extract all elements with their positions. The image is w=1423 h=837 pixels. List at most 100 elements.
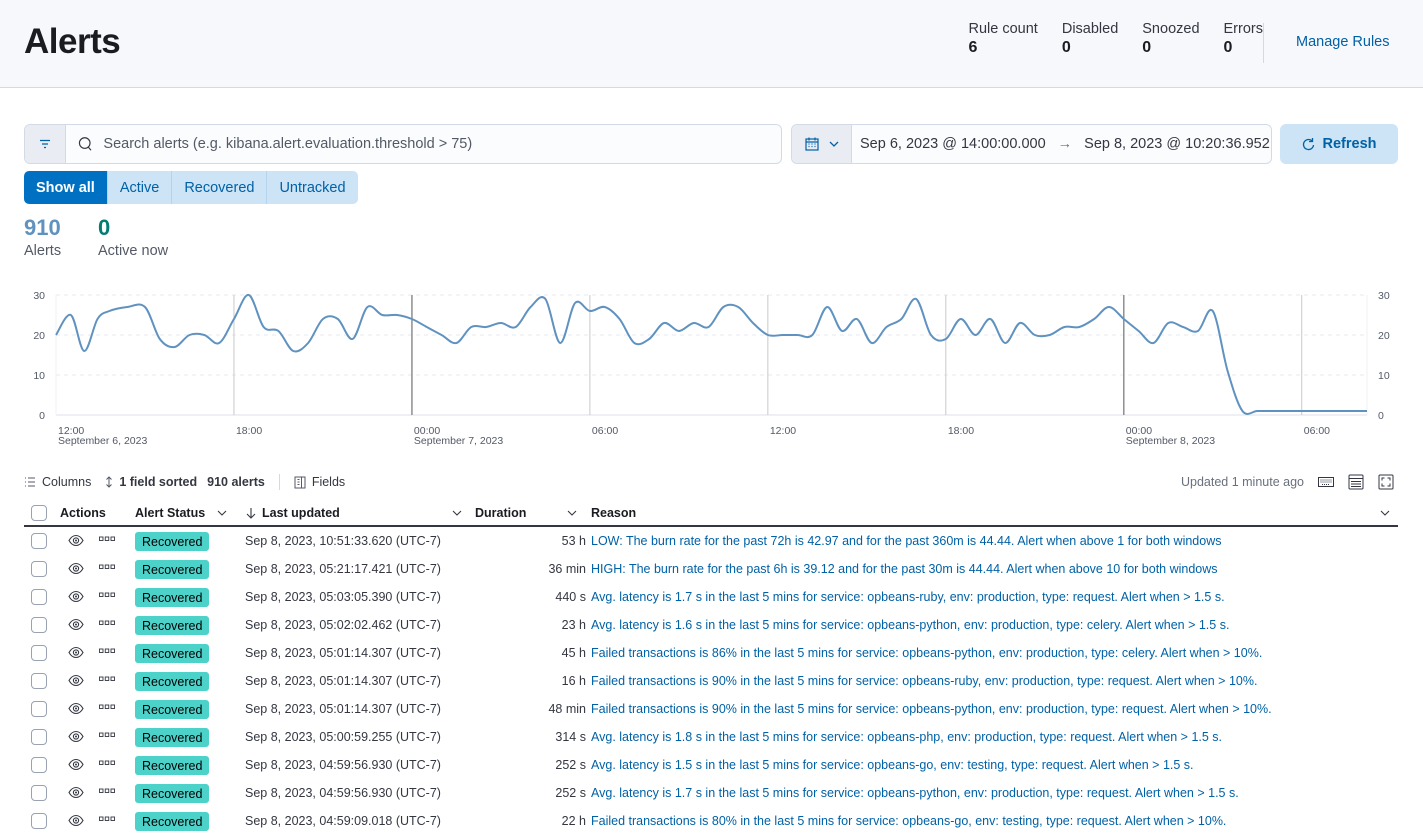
row-checkbox[interactable] <box>31 673 47 689</box>
eye-icon[interactable] <box>68 590 84 603</box>
x-tick-label: 06:00 <box>1304 425 1330 437</box>
eye-icon[interactable] <box>68 758 84 771</box>
more-actions-icon[interactable] <box>99 760 115 766</box>
eye-icon[interactable] <box>68 646 84 659</box>
fields-button[interactable]: Fields <box>294 475 345 489</box>
last-updated-cell: Sep 8, 2023, 05:01:14.307 (UTC-7) <box>245 702 441 716</box>
select-all-checkbox[interactable] <box>31 504 47 521</box>
reason-link[interactable]: HIGH: The burn rate for the past 6h is 3… <box>591 562 1218 576</box>
more-actions-icon[interactable] <box>99 732 115 738</box>
status-badge: Recovered <box>135 532 210 551</box>
filter-active[interactable]: Active <box>107 171 173 204</box>
reason-link[interactable]: Avg. latency is 1.6 s in the last 5 mins… <box>591 618 1229 632</box>
more-actions-icon[interactable] <box>99 788 115 794</box>
manage-rules-link[interactable]: Manage Rules <box>1296 34 1390 50</box>
column-header-alert-status[interactable]: Alert Status <box>135 506 227 520</box>
more-actions-icon[interactable] <box>99 704 115 710</box>
kpi-alerts: 910 Alerts <box>24 215 61 259</box>
duration-cell: 36 min <box>548 562 586 576</box>
sort-descending-icon <box>246 507 256 519</box>
eye-icon[interactable] <box>68 702 84 715</box>
stat-snoozed[interactable]: Snoozed 0 <box>1142 21 1199 57</box>
filter-untracked[interactable]: Untracked <box>267 171 358 204</box>
status-badge: Recovered <box>135 700 210 719</box>
alerts-histogram-chart: 0 0 10 10 20 20 30 30 12:00 September 6, 2023 18:… <box>33 290 1390 447</box>
eye-icon[interactable] <box>68 562 84 575</box>
row-checkbox[interactable] <box>31 729 47 745</box>
eye-icon[interactable] <box>68 674 84 687</box>
more-actions-icon[interactable] <box>99 676 115 682</box>
row-checkbox[interactable] <box>31 617 47 633</box>
more-actions-icon[interactable] <box>99 648 115 654</box>
chevron-down-icon[interactable] <box>452 510 462 516</box>
reason-link[interactable]: Avg. latency is 1.5 s in the last 5 mins… <box>591 758 1194 772</box>
table-row: Recovered Sep 8, 2023, 05:03:05.390 (UTC… <box>24 583 1398 611</box>
reason-link[interactable]: Failed transactions is 86% in the last 5… <box>591 646 1262 660</box>
search-field[interactable] <box>66 125 781 163</box>
eye-icon[interactable] <box>68 730 84 743</box>
reason-link[interactable]: Failed transactions is 90% in the last 5… <box>591 674 1257 688</box>
reason-link[interactable]: Failed transactions is 90% in the last 5… <box>591 702 1272 716</box>
table-row: Recovered Sep 8, 2023, 05:02:02.462 (UTC… <box>24 611 1398 639</box>
columns-button[interactable]: Columns <box>24 475 91 489</box>
status-badge: Recovered <box>135 784 210 803</box>
grid-toolbar: Columns 1 field sorted 910 alerts Fields… <box>24 472 1398 492</box>
chevron-down-icon[interactable] <box>1380 510 1390 516</box>
stat-disabled[interactable]: Disabled 0 <box>1062 21 1118 57</box>
reason-link[interactable]: Avg. latency is 1.7 s in the last 5 mins… <box>591 786 1239 800</box>
row-checkbox[interactable] <box>31 701 47 717</box>
eye-icon[interactable] <box>68 814 84 827</box>
filter-button[interactable] <box>25 125 66 163</box>
start-date[interactable]: Sep 6, 2023 @ 14:00:00.000 <box>860 136 1046 152</box>
chevron-down-icon[interactable] <box>567 510 577 516</box>
calendar-icon <box>804 137 819 151</box>
more-actions-icon[interactable] <box>99 536 115 542</box>
page-header: Alerts Rule count 6 Disabled 0 Snoozed 0… <box>0 0 1423 88</box>
row-checkbox[interactable] <box>31 589 47 605</box>
more-actions-icon[interactable] <box>99 564 115 570</box>
duration-cell: 45 h <box>561 646 586 660</box>
row-checkbox[interactable] <box>31 785 47 801</box>
more-actions-icon[interactable] <box>99 620 115 626</box>
column-header-reason[interactable]: Reason <box>591 506 636 520</box>
row-checkbox[interactable] <box>31 757 47 773</box>
row-checkbox[interactable] <box>31 561 47 577</box>
last-updated-cell: Sep 8, 2023, 05:01:14.307 (UTC-7) <box>245 646 441 660</box>
fullscreen-icon[interactable] <box>1378 474 1394 490</box>
more-actions-icon[interactable] <box>99 816 115 822</box>
kpi-active-now-value: 0 <box>98 215 111 240</box>
column-header-last-updated[interactable]: Last updated <box>246 506 340 520</box>
chevron-down-icon[interactable] <box>217 510 227 516</box>
eye-icon[interactable] <box>68 786 84 799</box>
search-input[interactable] <box>103 136 781 152</box>
column-header-duration[interactable]: Duration <box>475 506 526 520</box>
quick-select-button[interactable] <box>792 125 852 163</box>
fields-icon <box>294 476 306 488</box>
status-badge: Recovered <box>135 672 210 691</box>
display-density-icon[interactable] <box>1348 474 1364 490</box>
filter-recovered[interactable]: Recovered <box>172 171 268 204</box>
filter-icon <box>40 139 50 149</box>
x-tick-label: 12:00 <box>770 425 796 437</box>
reason-link[interactable]: Avg. latency is 1.7 s in the last 5 mins… <box>591 590 1225 604</box>
reason-link[interactable]: Avg. latency is 1.8 s in the last 5 mins… <box>591 730 1222 744</box>
stat-errors[interactable]: Errors 0 <box>1224 21 1263 57</box>
reason-link[interactable]: LOW: The burn rate for the past 72h is 4… <box>591 534 1221 548</box>
row-checkbox[interactable] <box>31 645 47 661</box>
stat-label: Errors <box>1223 21 1263 37</box>
eye-icon[interactable] <box>68 534 84 547</box>
status-badge: Recovered <box>135 616 210 635</box>
row-checkbox[interactable] <box>31 813 47 829</box>
refresh-button[interactable]: Refresh <box>1280 124 1398 164</box>
filter-show-all[interactable]: Show all <box>24 171 108 204</box>
stat-rule-count[interactable]: Rule count 6 <box>969 21 1038 57</box>
more-actions-icon[interactable] <box>99 592 115 598</box>
kpi-alerts-label: Alerts <box>24 243 62 259</box>
end-date[interactable]: Sep 8, 2023 @ 10:20:36.952 <box>1084 136 1270 152</box>
keyboard-icon[interactable] <box>1318 476 1334 488</box>
header-divider <box>1263 23 1264 63</box>
sort-button[interactable]: 1 field sorted <box>105 475 197 489</box>
eye-icon[interactable] <box>68 618 84 631</box>
row-checkbox[interactable] <box>31 533 47 549</box>
reason-link[interactable]: Failed transactions is 80% in the last 5… <box>591 814 1226 828</box>
